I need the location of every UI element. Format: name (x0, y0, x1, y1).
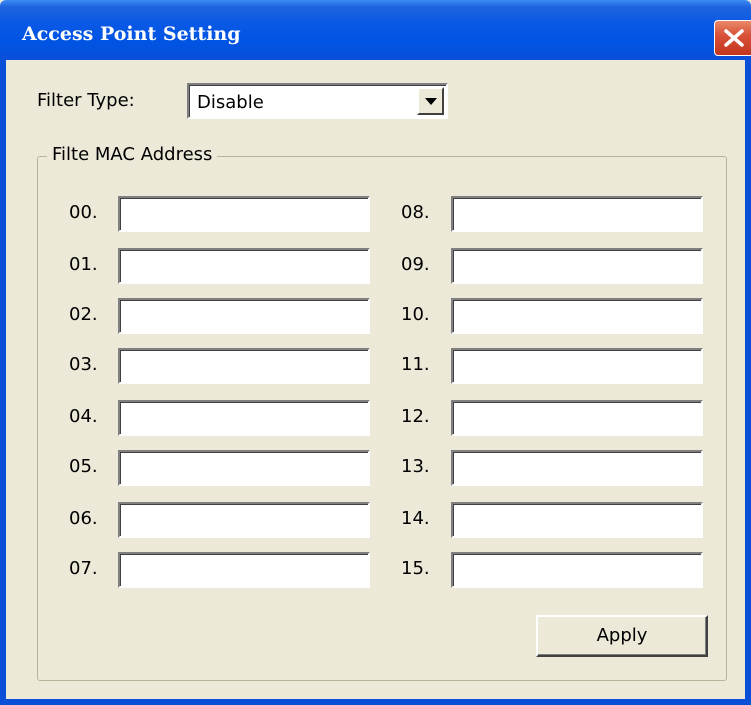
mac-address-input[interactable] (451, 502, 703, 538)
mac-address-row: 09. (0, 248, 751, 284)
mac-address-index-label: 08. (401, 202, 430, 223)
access-point-setting-dialog: Access Point Setting Filter Type: Disabl… (0, 0, 751, 705)
mac-address-index-label: 13. (401, 456, 430, 477)
mac-address-row: 13. (0, 450, 751, 486)
dropdown-button[interactable] (417, 87, 444, 115)
apply-button[interactable]: Apply (536, 615, 708, 657)
close-button[interactable] (714, 20, 751, 56)
mac-address-index-label: 12. (401, 406, 430, 427)
mac-address-index-label: 09. (401, 254, 430, 275)
mac-address-group-legend: Filte MAC Address (47, 144, 218, 165)
mac-address-input[interactable] (451, 400, 703, 436)
title-bar[interactable]: Access Point Setting (0, 0, 751, 60)
mac-address-index-label: 11. (401, 354, 430, 375)
mac-address-input[interactable] (451, 450, 703, 486)
filter-type-select[interactable]: Disable (187, 83, 448, 119)
mac-address-input[interactable] (451, 196, 703, 232)
mac-address-row: 11. (0, 348, 751, 384)
mac-address-index-label: 10. (401, 304, 430, 325)
mac-address-index-label: 15. (401, 558, 430, 579)
mac-address-row: 15. (0, 552, 751, 588)
close-icon (724, 29, 744, 47)
mac-address-row: 10. (0, 298, 751, 334)
window-border-bottom (0, 699, 751, 705)
filter-type-label: Filter Type: (37, 90, 135, 111)
mac-address-index-label: 14. (401, 508, 430, 529)
mac-address-input[interactable] (451, 298, 703, 334)
mac-address-input[interactable] (451, 248, 703, 284)
mac-address-input[interactable] (451, 552, 703, 588)
mac-address-input[interactable] (451, 348, 703, 384)
chevron-down-icon (425, 98, 437, 105)
mac-address-row: 08. (0, 196, 751, 232)
mac-address-row: 14. (0, 502, 751, 538)
filter-type-value: Disable (197, 92, 264, 113)
mac-address-row: 12. (0, 400, 751, 436)
window-title: Access Point Setting (22, 23, 241, 45)
